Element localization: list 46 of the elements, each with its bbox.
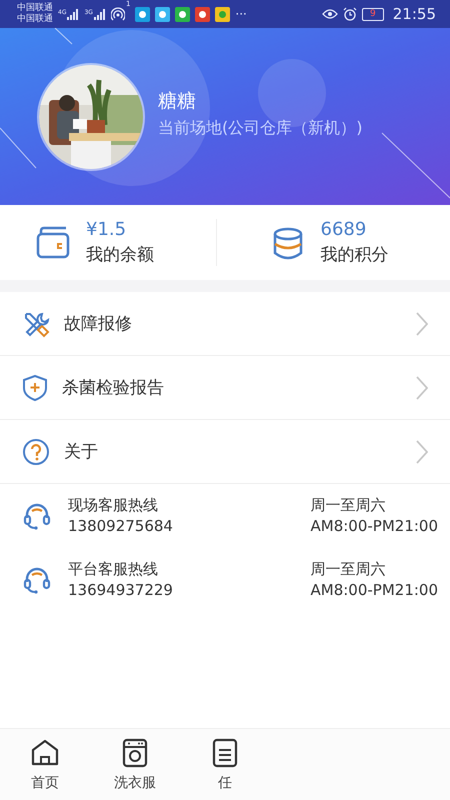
app-icon xyxy=(155,6,170,22)
stat-value: 6689 xyxy=(320,219,368,240)
headset-icon xyxy=(22,565,52,595)
user-name: 糖糖 xyxy=(158,89,197,114)
service-hours: AM8:00-PM21:00 xyxy=(310,580,438,601)
phone-number: 13809275684 xyxy=(68,516,174,537)
carrier-name: 中国联通 xyxy=(17,3,53,14)
clock-time: 21:55 xyxy=(392,5,436,23)
chevron-right-icon xyxy=(416,312,428,336)
shield-icon xyxy=(22,374,48,402)
stat-label: 我的积分 xyxy=(320,244,388,266)
hotspot-icon xyxy=(110,7,125,21)
chevron-right-icon xyxy=(416,376,428,400)
menu-label: 杀菌检验报告 xyxy=(62,377,165,399)
home-icon xyxy=(30,738,60,768)
app-icon xyxy=(215,6,230,22)
more-dots: ··· xyxy=(235,7,247,21)
headset-icon xyxy=(22,501,52,531)
eye-icon xyxy=(322,8,338,20)
stat-label: 我的余额 xyxy=(86,244,154,266)
signal-icon xyxy=(67,8,80,20)
question-icon xyxy=(22,438,50,466)
service-days: 周一至周六 xyxy=(310,559,438,580)
washing-machine-icon xyxy=(120,738,150,768)
hotline-title: 现场客服热线 xyxy=(68,495,159,516)
hotline-title: 平台客服热线 xyxy=(68,559,159,580)
app-icon xyxy=(175,6,190,22)
app-icon xyxy=(135,6,150,22)
signal-icon xyxy=(94,8,106,20)
chevron-right-icon xyxy=(416,440,428,464)
tab-item[interactable]: 首页 xyxy=(0,729,90,800)
tab-item[interactable]: 洗衣服 xyxy=(90,729,180,800)
alarm-icon xyxy=(343,7,358,21)
phone-number: 13694937229 xyxy=(68,580,174,601)
stat-value: ¥1.5 xyxy=(86,219,128,240)
menu-label: 故障报修 xyxy=(64,313,133,335)
venue-text: 当前场地(公司仓库（新机）) xyxy=(158,118,362,139)
app-icon xyxy=(195,6,210,22)
service-hours: AM8:00-PM21:00 xyxy=(310,516,438,537)
tab-item[interactable]: 任 xyxy=(180,729,270,800)
service-days: 周一至周六 xyxy=(310,495,438,516)
wallet-icon xyxy=(36,226,70,260)
menu-label: 关于 xyxy=(64,441,99,463)
carrier-name: 中国联通 xyxy=(17,14,53,25)
battery-level: 9 xyxy=(362,8,384,20)
document-icon xyxy=(210,738,240,768)
